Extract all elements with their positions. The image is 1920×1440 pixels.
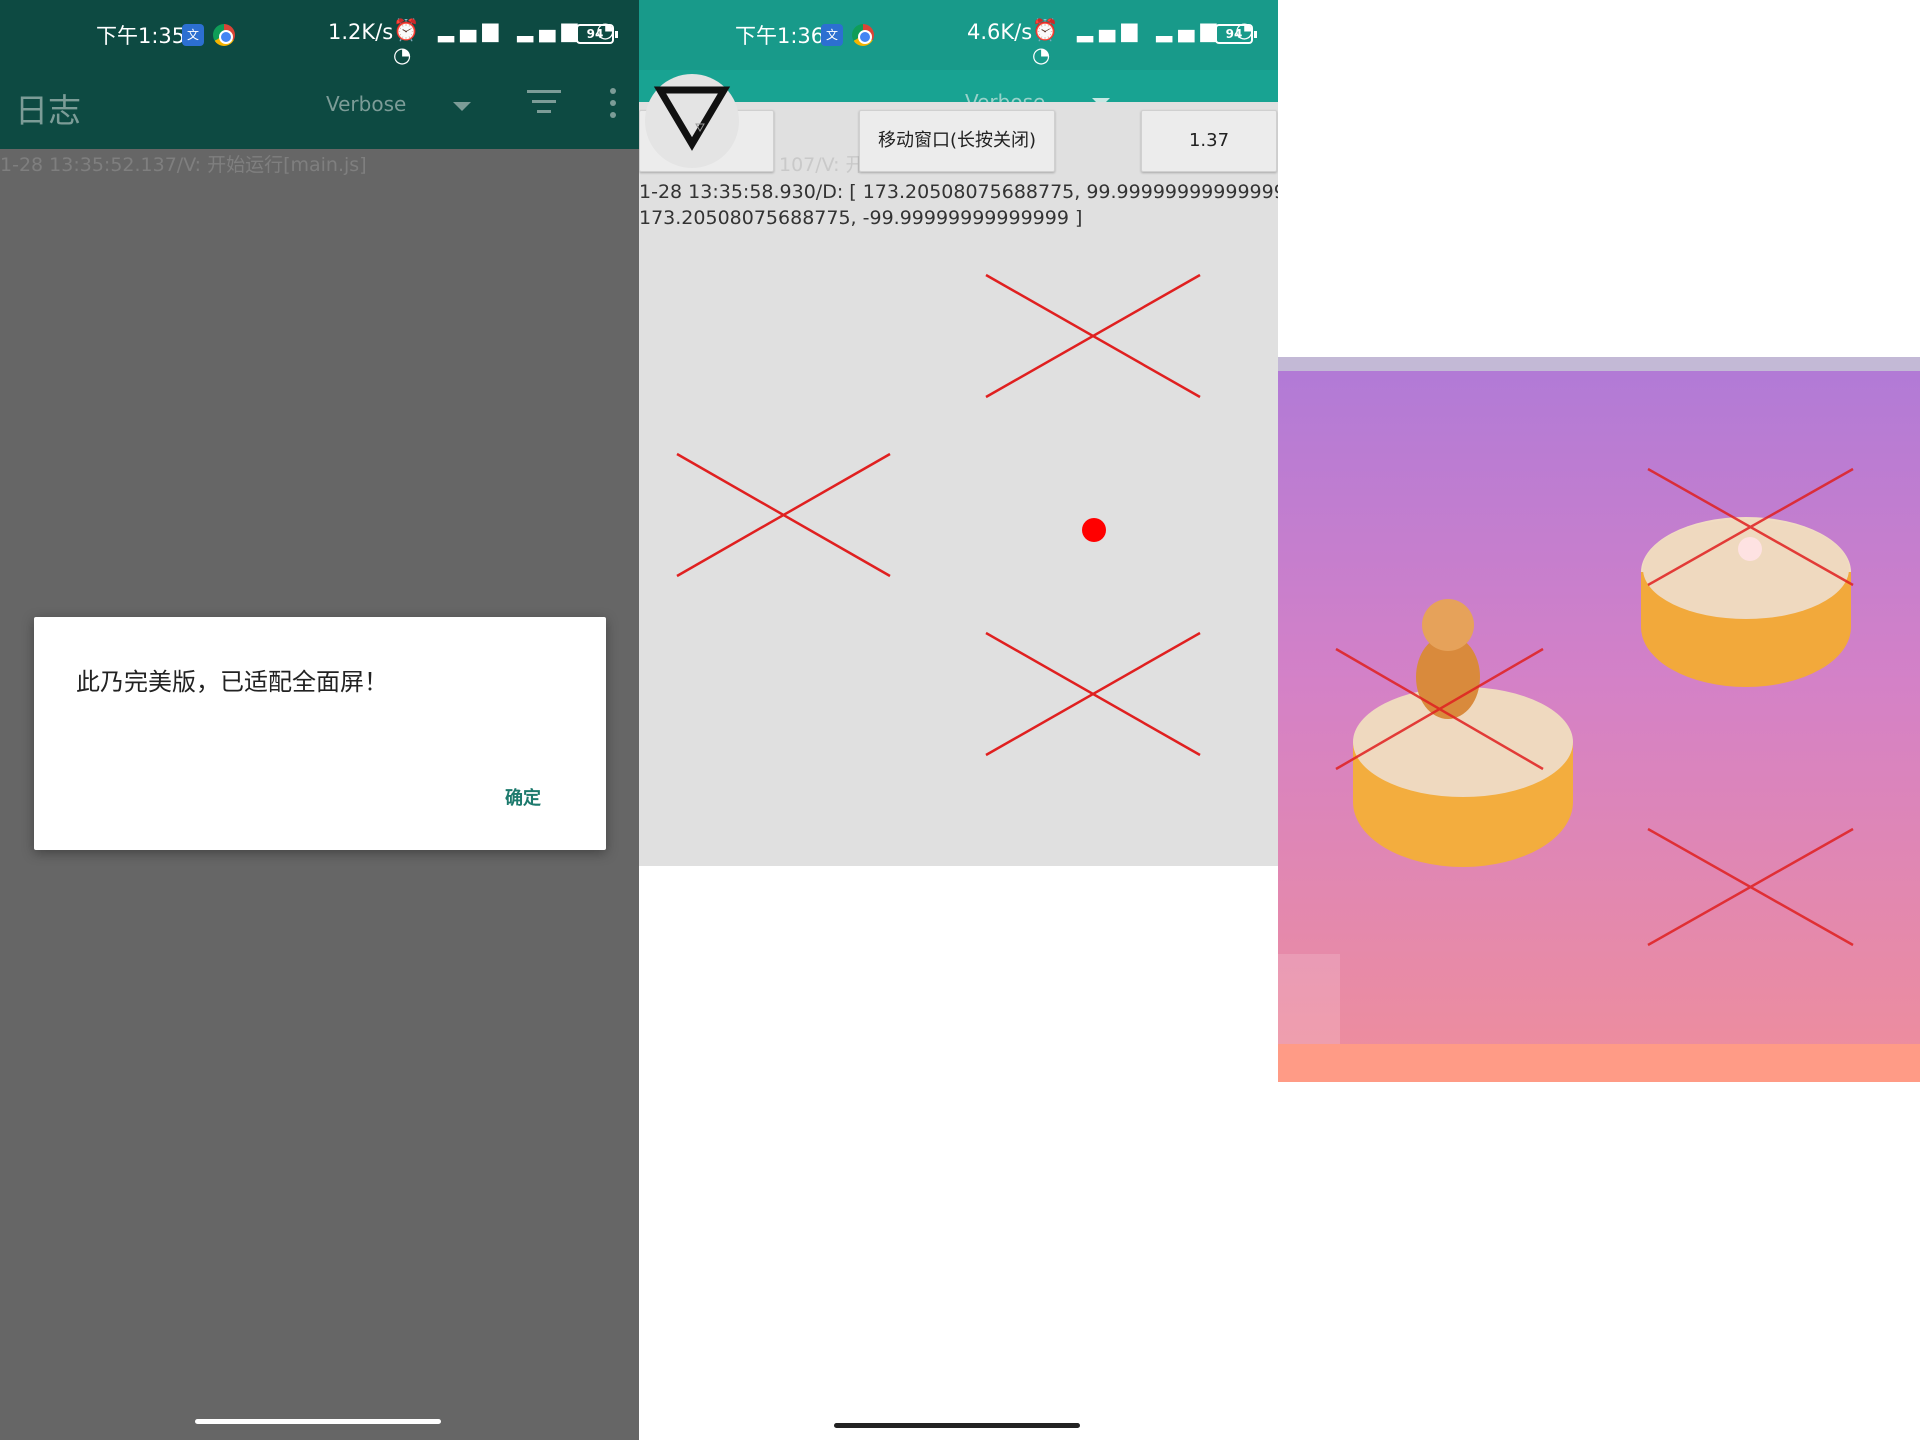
- side-shade: [1278, 954, 1340, 1044]
- character-figure: [1422, 599, 1474, 651]
- alert-dialog: 此乃完美版，已适配全面屏！ 确定: [34, 617, 606, 850]
- game-scene: [1335, 467, 1854, 947]
- translate-app-icon: 文: [182, 24, 204, 46]
- game-scene-photo: [1278, 357, 1920, 1082]
- center-dot: [1082, 518, 1106, 542]
- chevron-down-icon[interactable]: [453, 102, 471, 111]
- dialog-message: 此乃完美版，已适配全面屏！: [76, 668, 388, 696]
- filter-icon[interactable]: [527, 90, 561, 118]
- app-toolbar: 日志 Verbose: [0, 70, 639, 149]
- page-title: 日志: [15, 91, 81, 130]
- overlay-debug-screen: 下午1:36 文 4.6K/s ⏰ ▂▄▆ ▂▄▆ ◔ ◔ 94 Verbose…: [639, 0, 1278, 1440]
- gesture-bar[interactable]: [834, 1423, 1080, 1428]
- status-time: 下午1:35: [96, 24, 186, 48]
- chrome-icon: [213, 24, 235, 46]
- game-screenshot-panel: [1278, 0, 1920, 1440]
- status-bar: 下午1:35 文 1.2K/s ⏰ ▂▄▆ ▂▄▆ ◔ ◔ 94: [0, 0, 639, 70]
- light-dot: [1738, 537, 1762, 561]
- more-vert-icon[interactable]: [610, 88, 618, 122]
- gesture-bar[interactable]: [195, 1419, 441, 1424]
- log-screen-with-dialog: 下午1:35 文 1.2K/s ⏰ ▂▄▆ ▂▄▆ ◔ ◔ 94 日志 Verb…: [0, 0, 639, 1440]
- photo-bottom-bar: [1278, 1044, 1920, 1082]
- target-markers: [676, 273, 1201, 757]
- log-line: 1-28 13:35:52.137/V: 开始运行[main.js]: [0, 154, 367, 176]
- network-speed: 1.2K/s: [328, 20, 394, 44]
- dialog-ok-button[interactable]: 确定: [505, 784, 541, 810]
- battery-icon: 94: [576, 24, 618, 44]
- log-level-select[interactable]: Verbose: [326, 92, 406, 116]
